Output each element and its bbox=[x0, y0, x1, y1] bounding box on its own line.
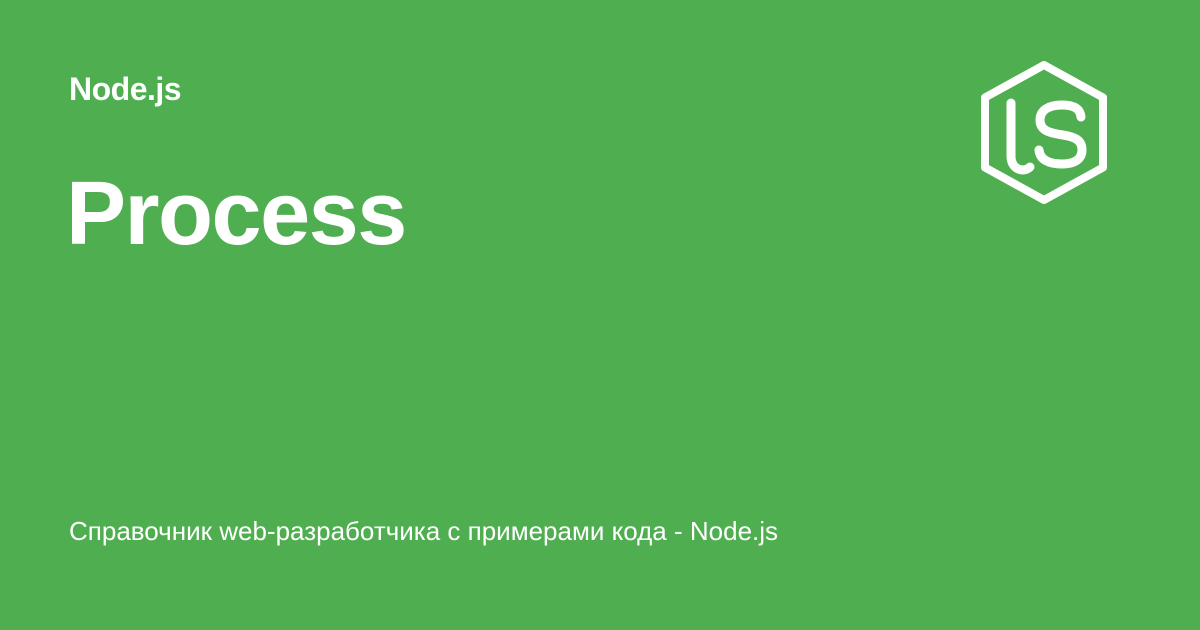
nodejs-hexagon-js-icon bbox=[981, 61, 1107, 204]
subtitle: Справочник web-разработчика с примерами … bbox=[69, 516, 779, 546]
category-label: Node.js bbox=[69, 71, 182, 107]
letter-s bbox=[1034, 100, 1087, 169]
page-title: Process bbox=[66, 164, 407, 264]
social-card: Node.js Process Справочник web-разработч… bbox=[0, 0, 1200, 630]
letter-j bbox=[1006, 98, 1035, 175]
nodejs-logo bbox=[977, 59, 1111, 206]
